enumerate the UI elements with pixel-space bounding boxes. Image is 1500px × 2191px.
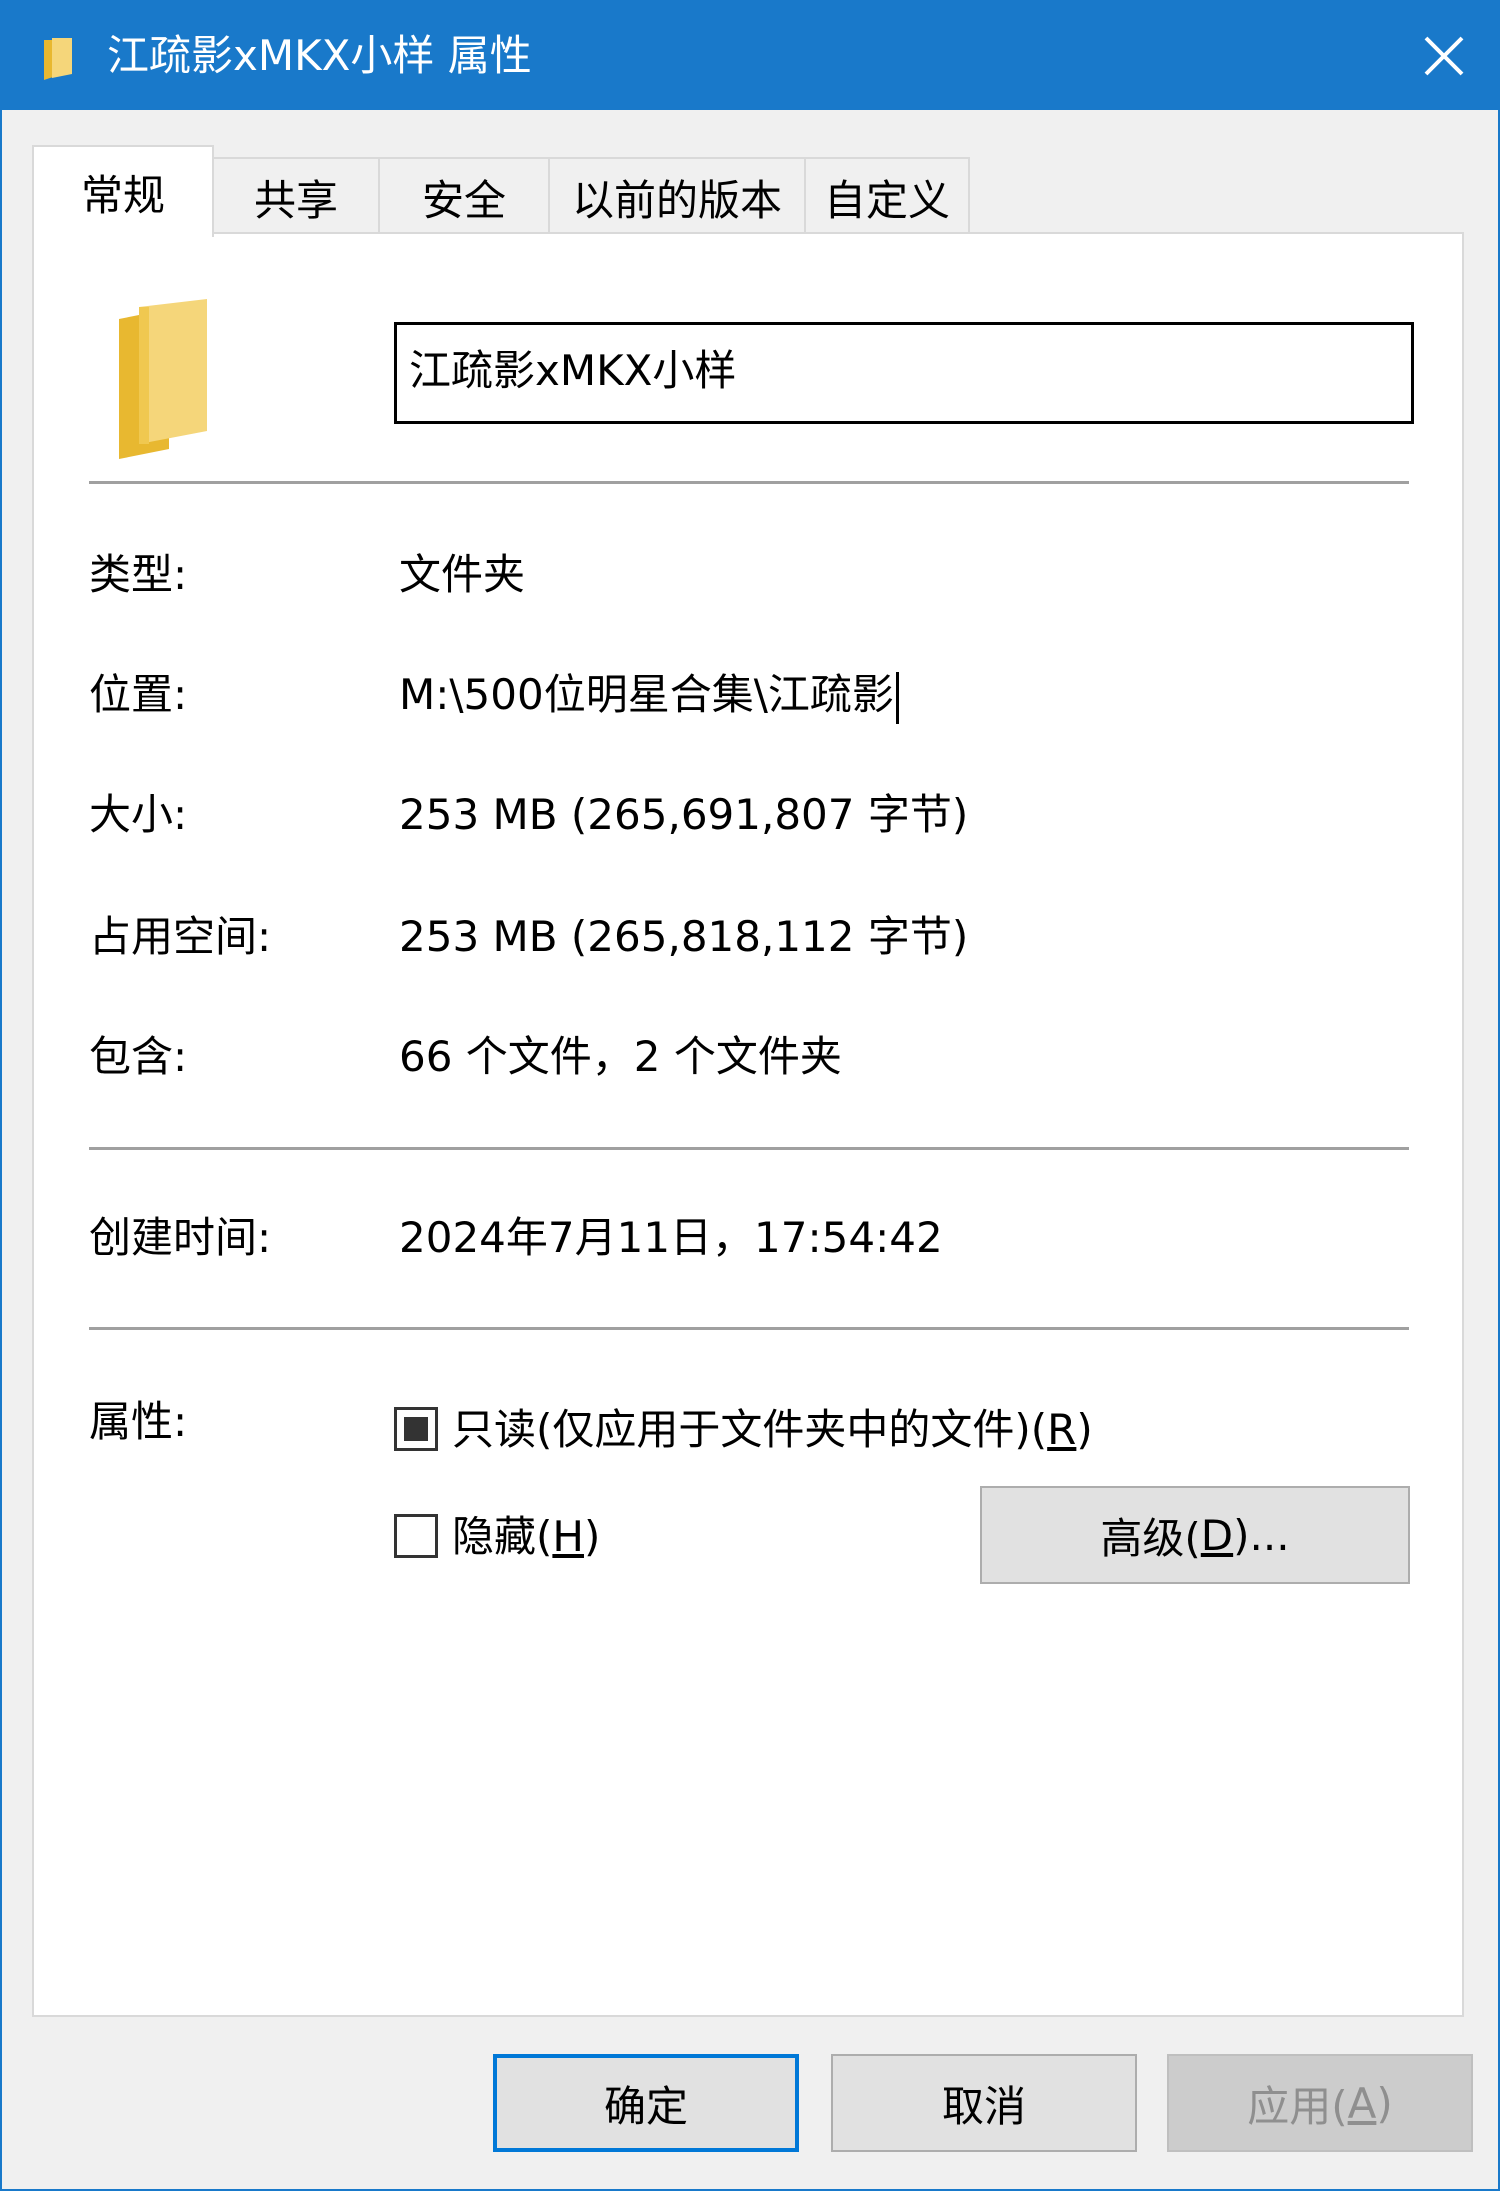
size-value: 253 MB (265,691,807 字节) xyxy=(399,790,969,839)
readonly-accesskey: R xyxy=(1047,1405,1077,1454)
tab-sharing[interactable]: 共享 xyxy=(212,157,380,235)
type-value: 文件夹 xyxy=(399,550,526,599)
apply-accesskey: A xyxy=(1347,2078,1377,2128)
disk-size-value: 253 MB (265,818,112 字节) xyxy=(399,912,969,961)
title-bar[interactable]: 江疏影xMKX小样 属性 xyxy=(2,2,1498,110)
contains-value: 66 个文件，2 个文件夹 xyxy=(399,1032,842,1081)
readonly-text: 只读(仅应用于文件夹中的文件)( xyxy=(452,1405,1048,1454)
text-cursor xyxy=(895,671,899,724)
location-value-field[interactable]: M:\500位明星合集\江疏影 xyxy=(399,667,899,724)
apply-end: ) xyxy=(1376,2078,1393,2128)
general-panel: 江疏影xMKX小样 类型: 文件夹 位置: M:\500位明星合集\江疏影 大小… xyxy=(32,232,1464,2017)
advanced-end: )... xyxy=(1233,1510,1290,1560)
folder-icon xyxy=(44,38,72,80)
divider xyxy=(89,1147,1409,1150)
cancel-button[interactable]: 取消 xyxy=(831,2054,1137,2152)
close-button[interactable] xyxy=(1390,2,1498,110)
created-value: 2024年7月11日，17:54:42 xyxy=(399,1213,943,1262)
apply-button[interactable]: 应用(A) xyxy=(1167,2054,1473,2152)
tab-previous-versions[interactable]: 以前的版本 xyxy=(548,157,806,235)
disk-size-label: 占用空间: xyxy=(89,912,272,961)
readonly-end: ) xyxy=(1076,1405,1093,1454)
type-label: 类型: xyxy=(89,550,188,599)
divider xyxy=(89,481,1409,484)
indeterminate-mark xyxy=(404,1417,428,1441)
advanced-text: 高级( xyxy=(1100,1513,1201,1563)
advanced-button[interactable]: 高级(D)... xyxy=(980,1486,1410,1584)
advanced-accesskey: D xyxy=(1200,1510,1234,1560)
properties-dialog: 江疏影xMKX小样 属性 常规 共享 安全 以前的版本 自定义 江疏影xMKX小… xyxy=(0,0,1500,2191)
size-label: 大小: xyxy=(89,790,188,839)
attributes-label: 属性: xyxy=(89,1397,188,1446)
tab-customize[interactable]: 自定义 xyxy=(804,157,970,235)
readonly-label[interactable]: 只读(仅应用于文件夹中的文件)(R) xyxy=(452,1402,1093,1458)
tab-general[interactable]: 常规 xyxy=(32,145,214,237)
readonly-checkbox[interactable] xyxy=(394,1407,438,1451)
folder-icon xyxy=(119,299,207,459)
ok-button[interactable]: 确定 xyxy=(493,2054,799,2152)
hidden-text: 隐藏( xyxy=(452,1512,553,1561)
location-label: 位置: xyxy=(89,670,188,719)
hidden-checkbox[interactable] xyxy=(394,1514,438,1558)
divider xyxy=(89,1327,1409,1330)
hidden-accesskey: H xyxy=(552,1512,584,1561)
hidden-end: ) xyxy=(583,1512,601,1561)
folder-name-input[interactable]: 江疏影xMKX小样 xyxy=(394,322,1414,424)
window-title: 江疏影xMKX小样 属性 xyxy=(107,31,532,80)
location-value: M:\500位明星合集\江疏影 xyxy=(399,670,894,719)
tab-security[interactable]: 安全 xyxy=(378,157,550,235)
hidden-label[interactable]: 隐藏(H) xyxy=(452,1509,600,1565)
apply-text: 应用( xyxy=(1247,2081,1348,2131)
contains-label: 包含: xyxy=(89,1032,188,1081)
close-icon xyxy=(1424,36,1464,76)
created-label: 创建时间: xyxy=(89,1213,272,1262)
